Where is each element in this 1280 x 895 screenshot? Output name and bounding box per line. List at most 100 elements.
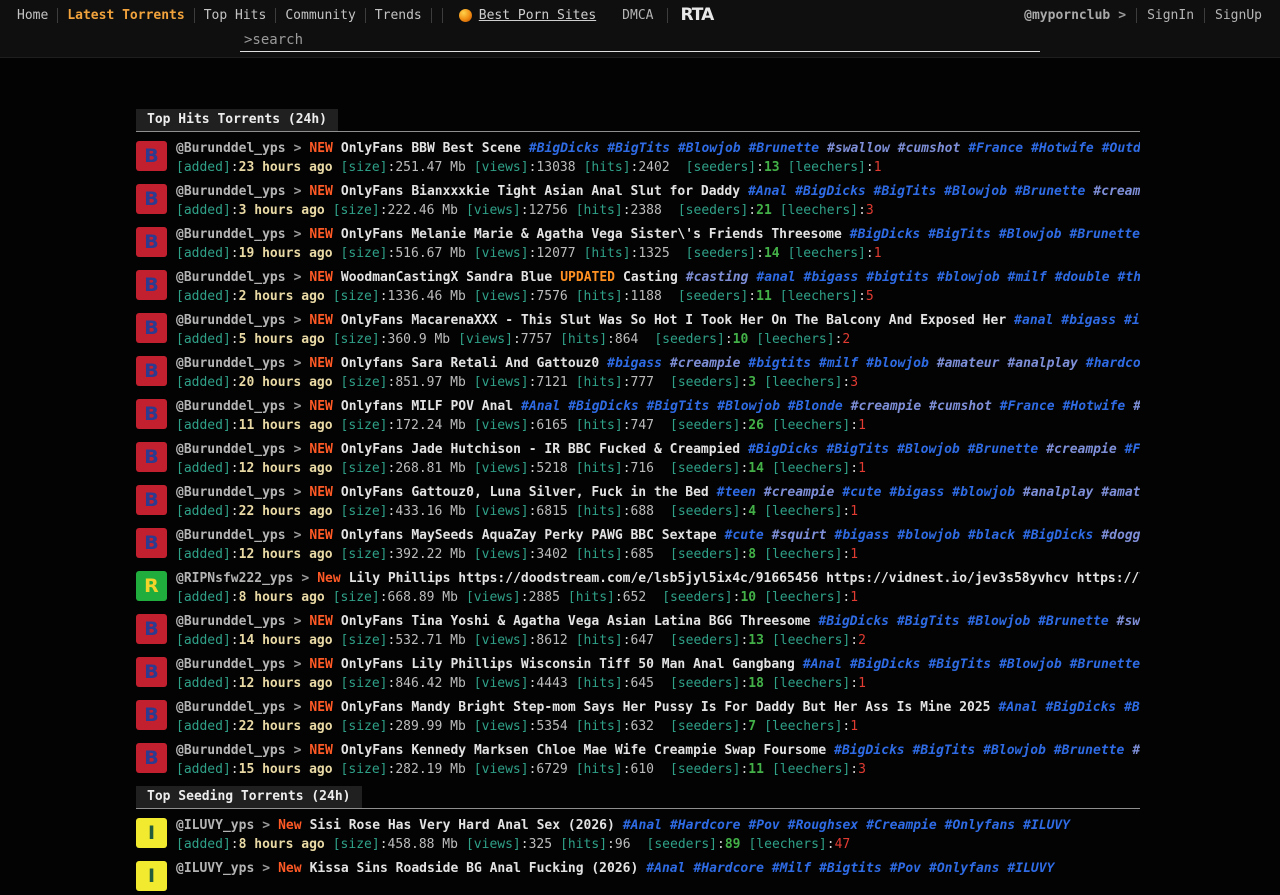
nav-item-home[interactable]: Home — [8, 8, 57, 23]
tag-link[interactable]: #Anal — [623, 818, 662, 833]
tag-link[interactable]: #BigDicks — [850, 657, 920, 672]
tag-link[interactable]: #anal — [1014, 313, 1053, 328]
tag-link[interactable]: #creampie — [1046, 442, 1116, 457]
uploader-avatar[interactable]: B — [136, 485, 167, 515]
torrent-title[interactable]: Casting — [623, 270, 678, 285]
tag-link[interactable]: #France — [1125, 442, 1140, 457]
tag-link[interactable]: #Blowjob — [999, 227, 1062, 242]
tag-link[interactable]: #blowjob — [866, 356, 929, 371]
torrent-title[interactable]: Kissa Sins Roadside BG Anal Fucking (202… — [310, 861, 639, 876]
tag-link[interactable]: #swallow… — [1132, 743, 1140, 758]
torrent-title[interactable]: Onlyfans MaySeeds AquaZay Perky PAWG BBC… — [341, 528, 717, 543]
tag-link[interactable]: #cumshot — [898, 141, 961, 156]
uploader-link[interactable]: @Burunddel_yps — [176, 442, 286, 457]
tag-link[interactable]: #blowjob — [952, 485, 1015, 500]
tag-link[interactable]: #bigass — [835, 528, 890, 543]
tag-link[interactable]: #BigDicks — [819, 614, 889, 629]
tag-link[interactable]: #Anal — [803, 657, 842, 672]
tag-link[interactable]: #bigass — [889, 485, 944, 500]
tag-link[interactable]: #swallow — [1117, 614, 1140, 629]
nav-item-latest-torrents[interactable]: Latest Torrents — [58, 8, 193, 23]
tag-link[interactable]: #Blowjob — [678, 141, 741, 156]
tag-link[interactable]: #BigTits — [928, 227, 991, 242]
tag-link[interactable]: #BigDicks — [850, 227, 920, 242]
nav-item-top-hits[interactable]: Top Hits — [195, 8, 276, 23]
torrent-title[interactable]: OnlyFans BBW Best Scene — [341, 141, 521, 156]
tag-link[interactable]: #BigDicks — [1046, 700, 1116, 715]
tag-link[interactable]: #Roughsex — [788, 818, 858, 833]
uploader-avatar[interactable]: B — [136, 442, 167, 472]
tag-link[interactable]: #creampie — [1093, 184, 1140, 199]
tag-link[interactable]: #lingeri… — [1133, 399, 1140, 414]
tag-link[interactable]: #Hotwife — [1031, 141, 1094, 156]
uploader-avatar[interactable]: B — [136, 270, 167, 300]
tag-link[interactable]: #Brunette — [1070, 657, 1140, 672]
tag-link[interactable]: #Outdoors — [1102, 141, 1140, 156]
tag-link[interactable]: #BigTits — [1124, 700, 1140, 715]
tag-link[interactable]: #Hotwife — [1063, 399, 1126, 414]
tag-link[interactable]: #bigass — [1061, 313, 1116, 328]
tag-link[interactable]: #double — [1055, 270, 1110, 285]
tag-link[interactable]: #Blowjob — [983, 743, 1046, 758]
uploader-avatar[interactable]: I — [136, 818, 167, 848]
tag-link[interactable]: #BigTits — [827, 442, 890, 457]
tag-link[interactable]: #Blowjob — [944, 184, 1007, 199]
tag-link[interactable]: #BigDicks — [1023, 528, 1093, 543]
uploader-avatar[interactable]: R — [136, 571, 167, 601]
tag-link[interactable]: #cute — [725, 528, 764, 543]
best-porn-sites-link[interactable]: Best Porn Sites — [459, 8, 596, 23]
torrent-title[interactable]: OnlyFans Kennedy Marksen Chloe Mae Wife … — [341, 743, 826, 758]
tag-link[interactable]: #hardcore — [1086, 356, 1140, 371]
tag-link[interactable]: #Blowjob — [717, 399, 780, 414]
tag-link[interactable]: #Brunette — [1054, 743, 1124, 758]
torrent-title[interactable]: Lily Phillips https://doodstream.com/e/l… — [349, 571, 1140, 586]
torrent-title[interactable]: OnlyFans Tina Yoshi & Agatha Vega Asian … — [341, 614, 811, 629]
torrent-title[interactable]: OnlyFans Lily Phillips Wisconsin Tiff 50… — [341, 657, 795, 672]
uploader-link[interactable]: @Burunddel_yps — [176, 184, 286, 199]
tag-link[interactable]: #Onlyfans — [945, 818, 1015, 833]
tag-link[interactable]: #swallow — [827, 141, 890, 156]
uploader-avatar[interactable]: B — [136, 528, 167, 558]
uploader-avatar[interactable]: B — [136, 399, 167, 429]
tag-link[interactable]: #BigTits — [913, 743, 976, 758]
uploader-avatar[interactable]: B — [136, 657, 167, 687]
uploader-link[interactable]: @Burunddel_yps — [176, 141, 286, 156]
tag-link[interactable]: #Blonde — [788, 399, 843, 414]
tag-link[interactable]: #amateur — [1101, 485, 1140, 500]
tag-link[interactable]: #cute — [842, 485, 881, 500]
tag-link[interactable]: #bigass — [607, 356, 662, 371]
tag-link[interactable]: #Brunette — [1070, 227, 1140, 242]
tag-link[interactable]: #amateur — [937, 356, 1000, 371]
torrent-title[interactable]: OnlyFans Melanie Marie & Agatha Vega Sis… — [341, 227, 842, 242]
uploader-link[interactable]: @Burunddel_yps — [176, 270, 286, 285]
torrent-title[interactable]: Sisi Rose Has Very Hard Anal Sex (2026) — [310, 818, 615, 833]
tag-link[interactable]: #ILUVY — [1007, 861, 1054, 876]
nav-item-community[interactable]: Community — [276, 8, 364, 23]
uploader-link[interactable]: @Burunddel_yps — [176, 399, 286, 414]
tag-link[interactable]: #Brunette — [968, 442, 1038, 457]
tag-link[interactable]: #Pov — [748, 818, 779, 833]
uploader-link[interactable]: @Burunddel_yps — [176, 743, 286, 758]
uploader-avatar[interactable]: B — [136, 313, 167, 343]
uploader-link[interactable]: @Burunddel_yps — [176, 657, 286, 672]
uploader-link[interactable]: @ILUVY_yps — [176, 818, 254, 833]
dmca-link[interactable]: DMCA — [622, 8, 653, 23]
torrent-title[interactable]: Onlyfans Sara Retali And Gattouz0 — [341, 356, 599, 371]
torrent-title[interactable]: WoodmanCastingX Sandra Blue — [341, 270, 552, 285]
tag-link[interactable]: #Hardcore — [693, 861, 763, 876]
uploader-avatar[interactable]: B — [136, 227, 167, 257]
tag-link[interactable]: #analplay — [1023, 485, 1093, 500]
tag-link[interactable]: #BigTits — [928, 657, 991, 672]
tag-link[interactable]: #BigDicks — [529, 141, 599, 156]
tag-link[interactable]: #BigDicks — [795, 184, 865, 199]
account-menu[interactable]: @mypornclub> — [1024, 8, 1126, 23]
tag-link[interactable]: #Hardcore — [670, 818, 740, 833]
torrent-title[interactable]: OnlyFans Bianxxxkie Tight Asian Anal Slu… — [341, 184, 740, 199]
uploader-link[interactable]: @ILUVY_yps — [176, 861, 254, 876]
uploader-avatar[interactable]: B — [136, 141, 167, 171]
tag-link[interactable]: #milf — [1008, 270, 1047, 285]
uploader-avatar[interactable]: B — [136, 184, 167, 214]
tag-link[interactable]: #creampie — [670, 356, 740, 371]
tag-link[interactable]: #Anal — [646, 861, 685, 876]
tag-link[interactable]: #milf — [819, 356, 858, 371]
